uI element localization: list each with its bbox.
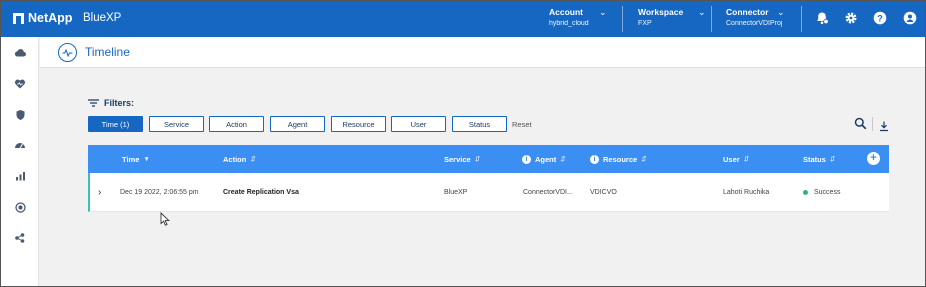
table-header: Time ▼ Action ⇵ Service ⇵ i Agent ⇵ i Re…	[88, 145, 889, 173]
status-text: Success	[814, 189, 841, 196]
page-header: Timeline	[40, 37, 925, 68]
connector-selector[interactable]: Connector ConnectorVDIProj ⌄	[726, 6, 785, 30]
reset-filters-link[interactable]: Reset	[512, 120, 532, 129]
column-label: Time	[122, 154, 140, 164]
divider	[622, 6, 623, 32]
filter-chip-action[interactable]: Action	[209, 116, 264, 132]
sort-icon: ⇵	[474, 156, 481, 163]
mouse-cursor-icon	[160, 211, 170, 226]
governance-icon[interactable]	[13, 138, 27, 152]
cell-user: Lahoti Ruchika	[723, 189, 770, 196]
column-header-user[interactable]: User ⇵	[723, 145, 749, 173]
timeline-icon	[58, 43, 77, 62]
column-header-action[interactable]: Action ⇵	[223, 145, 256, 173]
left-navigation-rail	[1, 37, 39, 286]
connector-value: ConnectorVDIProj	[726, 20, 783, 27]
health-icon[interactable]	[13, 77, 27, 91]
notifications-icon[interactable]	[814, 10, 830, 26]
search-icon[interactable]	[854, 117, 867, 130]
mobility-icon[interactable]	[13, 169, 27, 183]
column-header-time[interactable]: Time ▼	[122, 145, 150, 173]
download-icon[interactable]	[878, 119, 890, 132]
filter-icon	[88, 99, 99, 107]
column-header-resource[interactable]: i Resource ⇵	[590, 145, 647, 173]
column-label: Action	[223, 154, 247, 164]
workspace-selector[interactable]: Workspace FXP ⌄	[638, 6, 706, 30]
filter-chip-agent[interactable]: Agent	[270, 116, 325, 132]
connector-label: Connector	[726, 7, 769, 17]
expand-row-icon[interactable]: ›	[98, 173, 101, 212]
account-label: Account	[549, 7, 583, 17]
filters-label: Filters:	[104, 98, 135, 108]
chevron-down-icon: ⌄	[777, 7, 785, 17]
filter-chip-user[interactable]: User	[391, 116, 446, 132]
cell-resource: VDICVO	[590, 189, 617, 196]
account-value: hybrid_cloud	[549, 20, 589, 27]
protection-icon[interactable]	[13, 108, 27, 122]
sort-icon: ⇵	[250, 156, 256, 163]
svg-text:?: ?	[877, 13, 883, 23]
column-label: Agent	[535, 154, 557, 164]
cell-status: Success	[803, 173, 840, 212]
column-label: Resource	[603, 154, 638, 164]
divider	[711, 6, 712, 32]
cell-agent: ConnectorVDI...	[523, 189, 573, 196]
page-title: Timeline	[85, 45, 130, 59]
divider	[872, 117, 873, 131]
filter-chip-status[interactable]: Status	[452, 116, 507, 132]
help-icon[interactable]: ?	[872, 10, 888, 26]
sort-icon: ⇵	[829, 156, 836, 163]
cell-time: Dec 19 2022, 2:06:55 pm	[120, 189, 199, 196]
sort-icon: ⇵	[560, 156, 566, 163]
sort-desc-icon: ▼	[143, 155, 150, 163]
status-success-icon	[803, 190, 808, 195]
filters-toggle[interactable]: Filters:	[88, 98, 134, 108]
filter-chip-time[interactable]: Time (1)	[88, 116, 143, 132]
canvas-icon[interactable]	[13, 46, 27, 60]
chevron-down-icon: ⌄	[698, 7, 706, 17]
netapp-logo[interactable]: NetApp	[13, 11, 72, 25]
cell-service: BlueXP	[444, 189, 468, 196]
netapp-logo-icon	[13, 12, 24, 24]
chevron-down-icon: ⌄	[599, 7, 607, 17]
logo-text: NetApp	[28, 11, 73, 25]
column-header-status[interactable]: Status ⇵	[803, 145, 835, 173]
extensions-icon[interactable]	[13, 200, 27, 214]
info-icon[interactable]: i	[590, 154, 599, 164]
account-selector[interactable]: Account hybrid_cloud ⌄	[549, 6, 607, 30]
column-label: Status	[803, 154, 826, 164]
filter-chip-service[interactable]: Service	[149, 116, 204, 132]
product-name: BlueXP	[83, 12, 122, 24]
column-label: Service	[444, 154, 471, 164]
more-icon[interactable]	[13, 231, 27, 245]
column-label: User	[723, 154, 740, 164]
add-column-icon[interactable]: +	[867, 152, 880, 165]
workspace-label: Workspace	[638, 7, 684, 17]
cell-action: Create Replication Vsa	[223, 189, 299, 196]
sort-icon: ⇵	[641, 156, 647, 163]
filter-chip-resource[interactable]: Resource	[331, 116, 386, 132]
app-window: NetApp BlueXP Account hybrid_cloud ⌄ Wor…	[0, 0, 926, 287]
info-icon[interactable]: i	[522, 154, 531, 164]
gear-icon[interactable]	[843, 10, 859, 26]
table-row[interactable]: › Dec 19 2022, 2:06:55 pm Create Replica…	[88, 173, 889, 212]
workspace-value: FXP	[638, 20, 652, 27]
divider	[801, 6, 802, 32]
column-header-service[interactable]: Service ⇵	[444, 145, 480, 173]
column-header-agent[interactable]: i Agent ⇵	[522, 145, 566, 173]
sort-icon: ⇵	[743, 156, 750, 163]
user-icon[interactable]	[902, 10, 918, 26]
top-navigation-bar: NetApp BlueXP Account hybrid_cloud ⌄ Wor…	[1, 1, 925, 37]
